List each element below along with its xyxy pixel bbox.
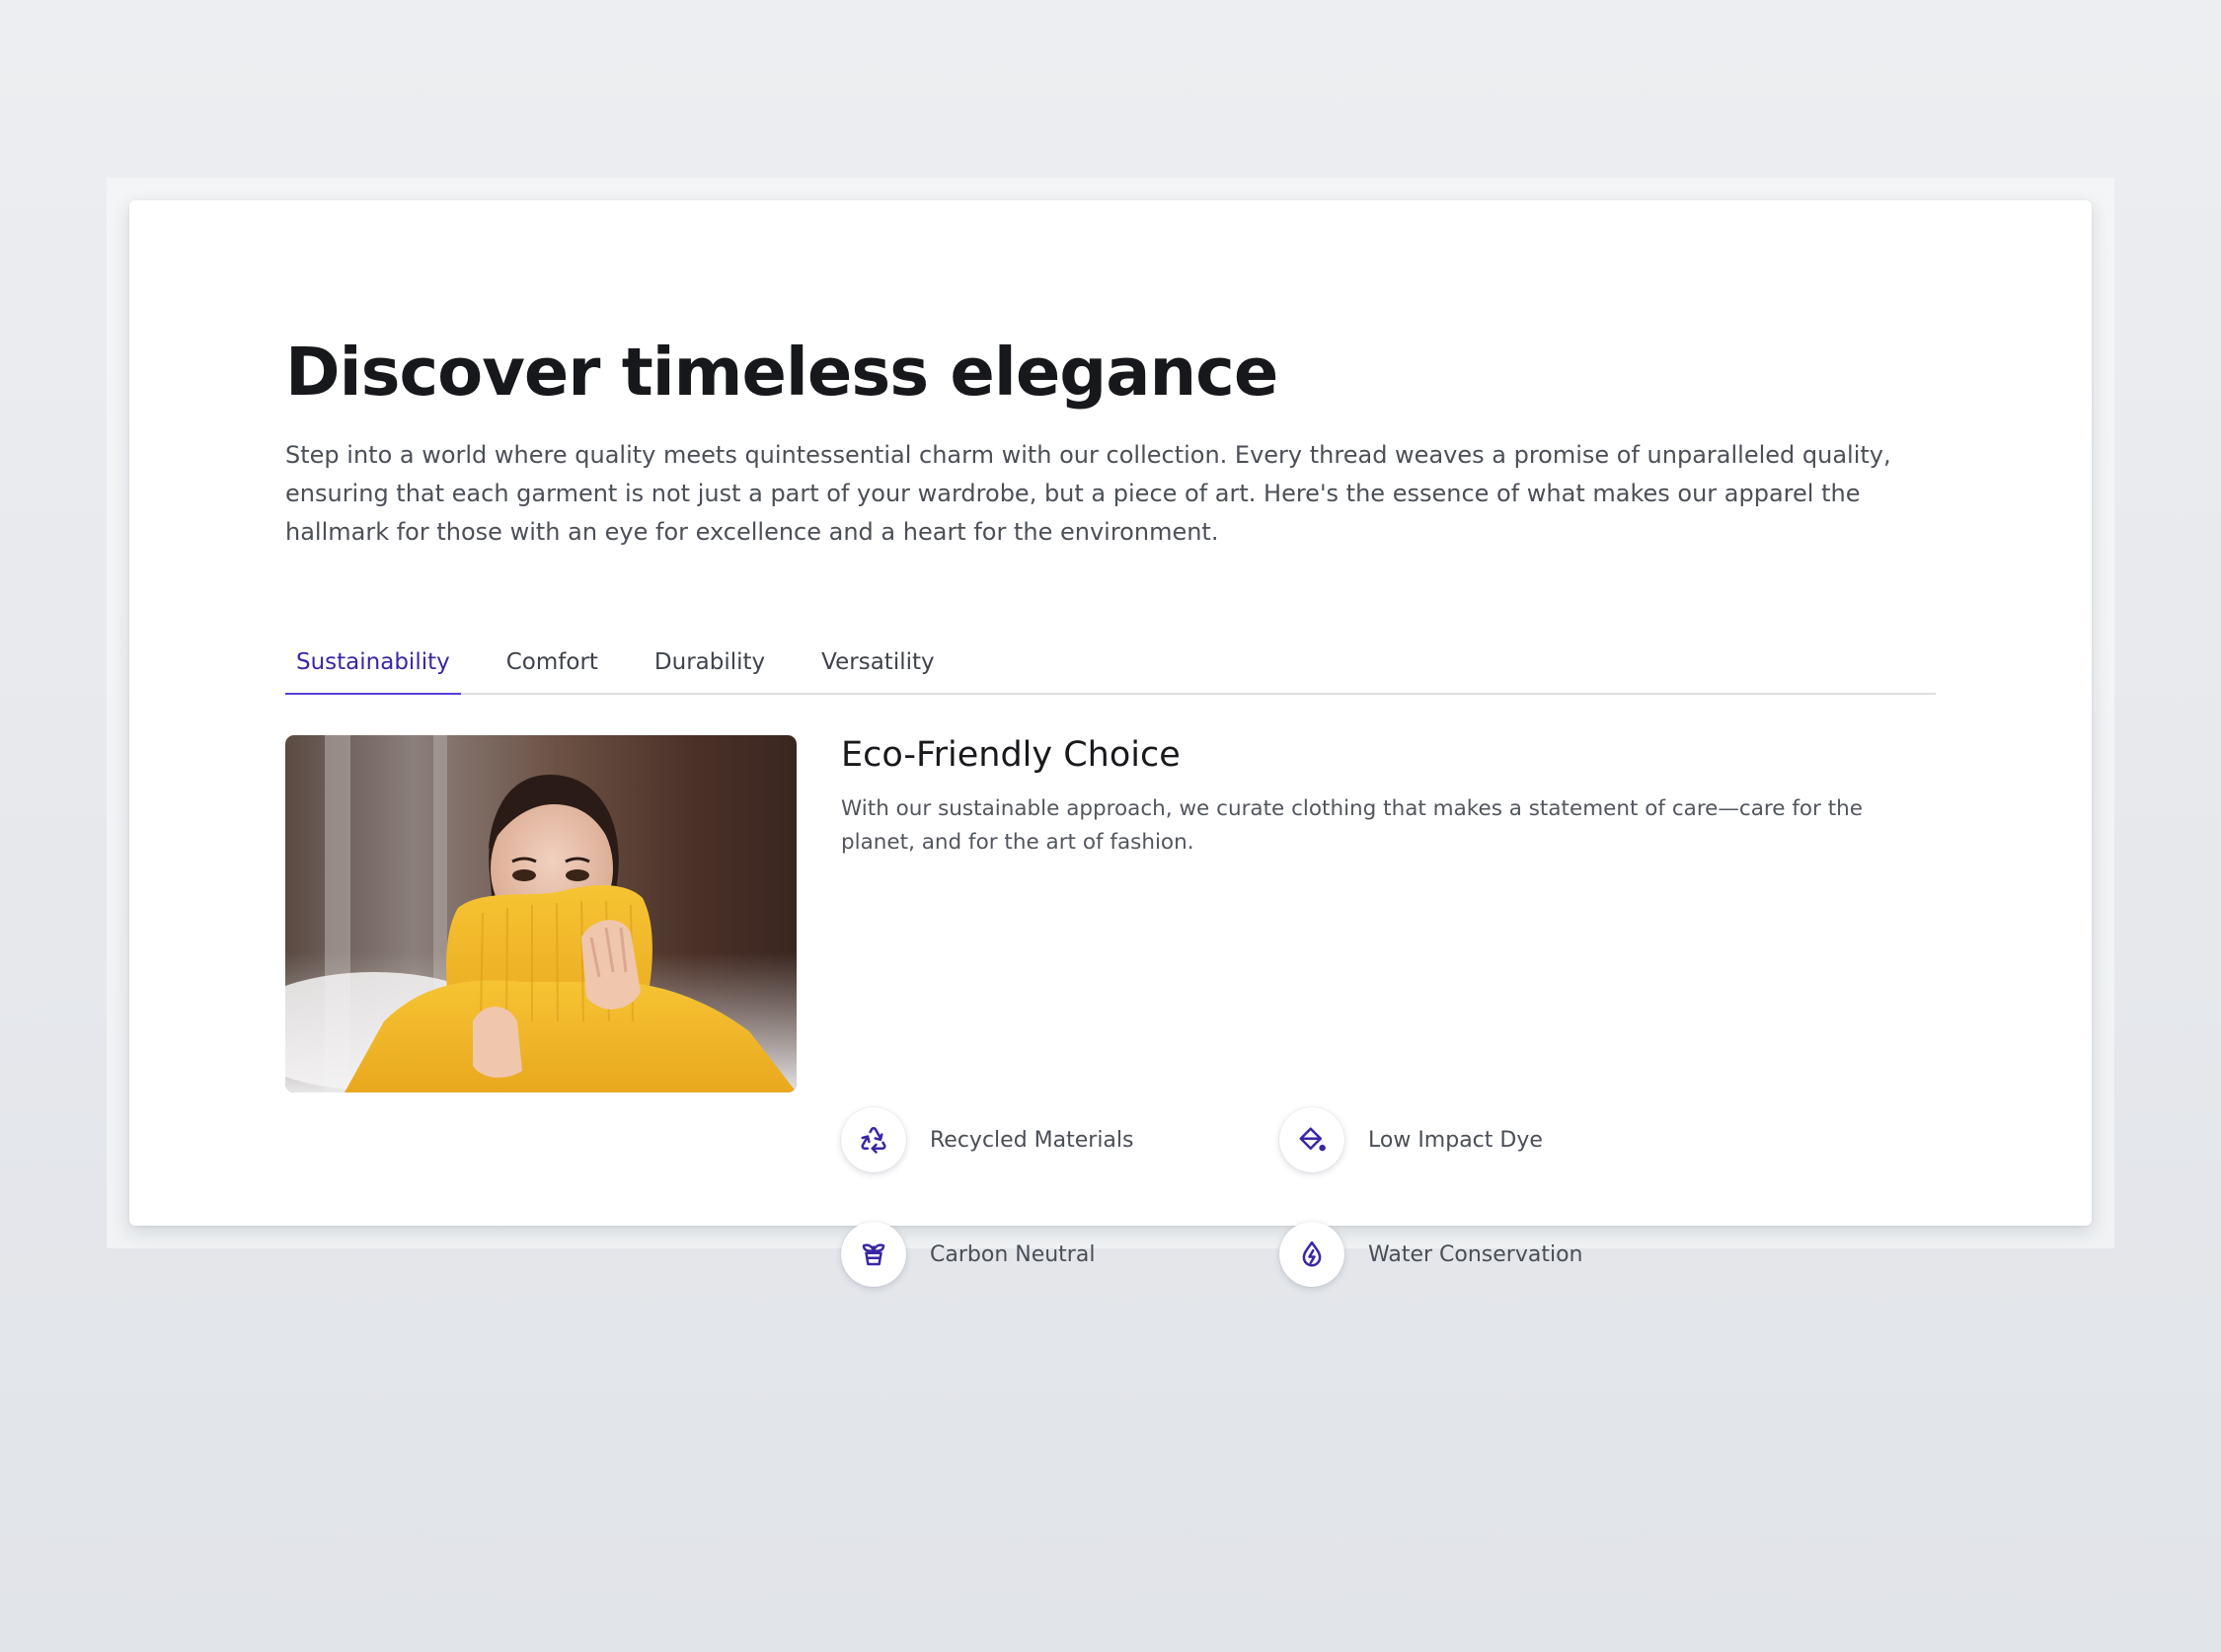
paint-bucket-icon — [1279, 1107, 1344, 1172]
feature-card: Discover timeless elegance Step into a w… — [129, 200, 2092, 1287]
feature-label: Water Conservation — [1368, 1241, 1583, 1267]
recycle-icon — [841, 1107, 906, 1172]
tab-bar: Sustainability Comfort Durability Versat… — [285, 632, 1936, 695]
feature-water-conservation: Water Conservation — [1279, 1221, 1582, 1288]
feature-low-impact-dye: Low Impact Dye — [1279, 1106, 1543, 1173]
feature-label: Carbon Neutral — [930, 1241, 1096, 1267]
intro-paragraph: Step into a world where quality meets qu… — [285, 441, 1891, 546]
feature-recycled-materials: Recycled Materials — [841, 1106, 1134, 1173]
panel-title: Eco-Friendly Choice — [841, 735, 1181, 775]
feature-label: Low Impact Dye — [1368, 1127, 1543, 1153]
tab-durability[interactable]: Durability — [644, 632, 776, 693]
page-title: Discover timeless elegance — [285, 334, 1278, 411]
water-drop-bolt-icon — [1279, 1222, 1344, 1287]
product-photo — [285, 735, 797, 1092]
tab-versatility[interactable]: Versatility — [810, 632, 945, 693]
feature-carbon-neutral: Carbon Neutral — [841, 1221, 1095, 1288]
feature-label: Recycled Materials — [930, 1127, 1134, 1153]
panel-description: With our sustainable approach, we curate… — [841, 796, 1864, 855]
tab-sustainability[interactable]: Sustainability — [285, 632, 461, 695]
plant-pot-icon — [841, 1222, 906, 1287]
tab-comfort[interactable]: Comfort — [496, 632, 609, 693]
